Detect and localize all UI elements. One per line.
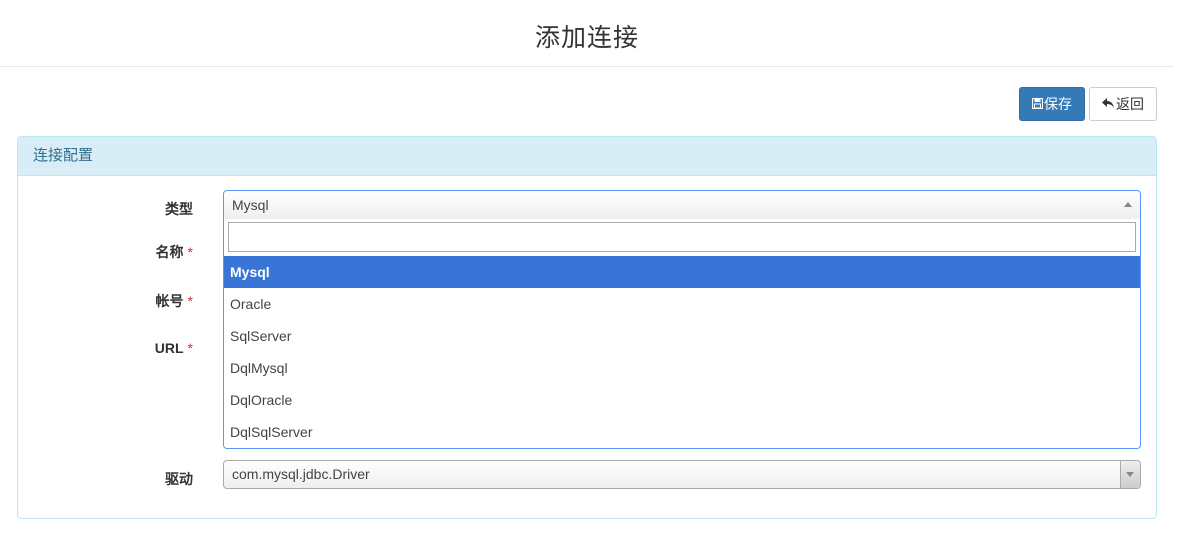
type-option[interactable]: Oracle [224, 288, 1140, 320]
driver-label: 驱动 [17, 469, 193, 489]
type-dropdown: Mysql Oracle SqlServer DqlMysql DqlOracle Dql… [223, 219, 1141, 449]
type-option[interactable]: SqlServer [224, 320, 1140, 352]
account-label-text: 帐号 [155, 293, 184, 309]
account-label: 帐号 * [17, 291, 193, 311]
back-button[interactable]: 返回 [1089, 87, 1157, 121]
type-label-text: 类型 [165, 201, 193, 217]
type-option[interactable]: Mysql [224, 256, 1140, 288]
panel-heading: 连接配置 [18, 137, 1156, 176]
type-select[interactable]: Mysql [223, 190, 1141, 220]
name-label-text: 名称 [155, 244, 184, 260]
floppy-disk-icon [1031, 97, 1044, 111]
name-label: 名称 * [17, 242, 193, 262]
url-label: URL * [17, 340, 193, 356]
back-button-label: 返回 [1116, 96, 1144, 112]
driver-label-text: 驱动 [165, 471, 193, 487]
driver-select-toggle[interactable] [1120, 461, 1140, 488]
page-title: 添加连接 [534, 23, 639, 52]
type-option[interactable]: DqlSqlServer [224, 416, 1140, 448]
driver-select-value: com.mysql.jdbc.Driver [232, 466, 370, 482]
type-options-list: Mysql Oracle SqlServer DqlMysql DqlOracle Dql… [224, 256, 1140, 448]
required-mark: * [187, 340, 193, 356]
url-label-text: URL [154, 340, 184, 356]
type-search-input[interactable] [228, 222, 1136, 252]
driver-select[interactable]: com.mysql.jdbc.Driver [223, 460, 1141, 489]
type-select-value: Mysql [232, 197, 269, 213]
chevron-up-icon [1124, 202, 1132, 207]
required-mark: * [187, 244, 193, 260]
type-option[interactable]: DqlMysql [224, 352, 1140, 384]
undo-arrow-icon [1102, 97, 1115, 111]
type-option[interactable]: DqlOracle [224, 384, 1140, 416]
required-mark: * [187, 293, 193, 309]
page-header: 添加连接 [0, 0, 1174, 67]
type-label: 类型 [17, 199, 193, 219]
save-button[interactable]: 保存 [1019, 87, 1085, 121]
save-button-label: 保存 [1044, 96, 1072, 112]
chevron-down-icon [1126, 472, 1134, 477]
